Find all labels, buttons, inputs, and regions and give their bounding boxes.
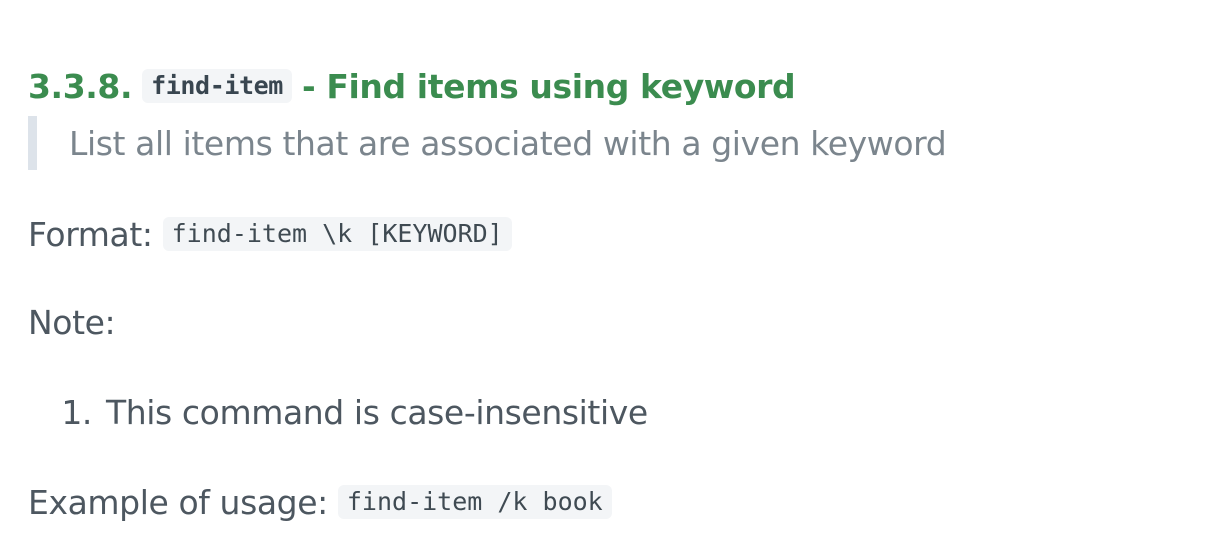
example-label: Example of usage: — [28, 482, 328, 522]
list-marker: 1. — [61, 392, 92, 432]
list-item-text: This command is case-insensitive — [106, 392, 648, 432]
example-paragraph: Example of usage: find-item /k book — [28, 478, 612, 526]
example-code: find-item /k book — [337, 485, 612, 519]
format-paragraph: Format: find-item \k [KEYWORD] — [28, 210, 512, 258]
format-code: find-item \k [KEYWORD] — [162, 217, 512, 251]
notes-list-item: 1. This command is case-insensitive — [28, 388, 648, 436]
blockquote-text: List all items that are associated with … — [69, 123, 947, 163]
section-heading: 3.3.8. find-item - Find items using keyw… — [28, 61, 796, 111]
heading-command-code: find-item — [142, 69, 292, 103]
note-paragraph: Note: — [28, 298, 116, 346]
blockquote-bar — [28, 116, 37, 170]
section-number: 3.3.8. — [28, 66, 133, 106]
description-blockquote: List all items that are associated with … — [28, 116, 1128, 170]
format-label: Format: — [28, 214, 153, 254]
note-label: Note: — [28, 302, 116, 342]
heading-title: - Find items using keyword — [301, 66, 796, 106]
